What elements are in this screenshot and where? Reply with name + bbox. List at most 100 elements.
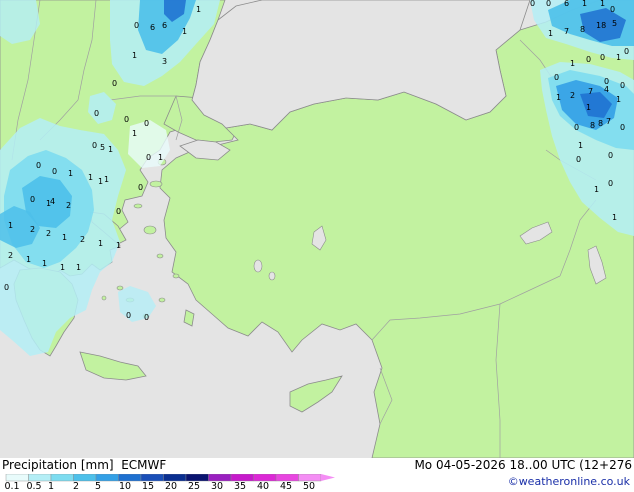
precip-value: 2: [8, 251, 13, 260]
precip-value: 2: [570, 91, 575, 100]
precip-value: 2: [66, 201, 71, 210]
legend-tick-label: 0.5: [26, 481, 42, 492]
precip-value: 1: [132, 129, 137, 138]
precip-value: 4: [50, 197, 55, 206]
precip-value: 0: [574, 123, 579, 132]
precip-value: 0: [36, 161, 41, 170]
precip-value: 1: [182, 27, 187, 36]
legend-swatch: [230, 474, 254, 482]
precip-value: 0: [600, 53, 605, 62]
precip-value: 0: [530, 0, 535, 8]
lake-egirdir: [268, 271, 276, 281]
legend-swatch: [208, 474, 232, 482]
precip-value: 0: [94, 109, 99, 118]
legend-swatch: [275, 474, 299, 482]
product-title: Precipitation [mm] ECMWF: [2, 458, 166, 472]
precip-value: 0: [586, 55, 591, 64]
precip-value: 0: [4, 283, 9, 292]
precip-value: 1: [26, 255, 31, 264]
product-label: Precipitation [mm]: [2, 458, 114, 472]
precip-value: 0: [144, 313, 149, 322]
legend-tick-label: 50: [302, 481, 316, 492]
legend-tick-label: 45: [279, 481, 293, 492]
precip-value: 1: [88, 173, 93, 182]
precip-value: 0: [112, 79, 117, 88]
precip-value: 1: [548, 29, 553, 38]
precip-value: 0: [620, 81, 625, 90]
legend-tick-label: 20: [164, 481, 178, 492]
precip-value: 7: [588, 87, 593, 96]
precip-value: 1: [616, 53, 621, 62]
legend-swatch: [28, 474, 52, 482]
precip-value: 8: [590, 121, 595, 130]
precip-value: 0: [608, 179, 613, 188]
precip-value: 1: [76, 263, 81, 272]
precip-value: 1: [612, 213, 617, 222]
legend-swatch: [298, 474, 322, 482]
site-credit: ©weatheronline.co.uk: [507, 475, 630, 488]
precip-value: 1: [98, 177, 103, 186]
legend-tick-label: 2: [72, 481, 80, 492]
legend-swatch: [140, 474, 164, 482]
precip-value: 1: [158, 153, 163, 162]
precip-value: 1: [108, 145, 113, 154]
legend-tick-label: 25: [187, 481, 201, 492]
precip-value: 0: [608, 151, 613, 160]
legend-tick-label: 15: [141, 481, 155, 492]
precip-value: 1: [616, 95, 621, 104]
precip-value: 2: [30, 225, 35, 234]
legend-swatch: [253, 474, 277, 482]
precip-value: 1: [104, 175, 109, 184]
precip-value: 3: [162, 57, 167, 66]
precip-value: 0: [576, 155, 581, 164]
legend-swatch: [163, 474, 187, 482]
precip-value: 5: [612, 19, 617, 28]
precip-value: 0: [52, 167, 57, 176]
lake-beysehir: [253, 259, 263, 273]
precip-value: 7: [606, 117, 611, 126]
model-label: ECMWF: [121, 458, 167, 472]
precip-value: 0: [134, 21, 139, 30]
precip-value: 1: [586, 103, 591, 112]
precip-value: 1: [116, 241, 121, 250]
legend-tick-label: 30: [210, 481, 224, 492]
precip-value: 1: [556, 93, 561, 102]
precip-value: 1: [62, 233, 67, 242]
precip-value: 8: [598, 119, 603, 128]
precip-value: 1: [68, 169, 73, 178]
precip-value: 0: [116, 207, 121, 216]
legend-swatch: [50, 474, 74, 482]
precip-value: 6: [150, 23, 155, 32]
precip-value: 0: [610, 5, 615, 14]
precip-value: 1: [582, 0, 587, 8]
valid-time: Mo 04-05-2026 18..00 UTC (12+276: [414, 458, 632, 472]
legend-swatch: [73, 474, 97, 482]
precip-value: 8: [580, 25, 585, 34]
precip-value: 5: [100, 143, 105, 152]
precip-value: 7: [564, 27, 569, 36]
legend-tick-label: 35: [233, 481, 247, 492]
precip-value: 1: [600, 0, 605, 8]
precip-value: 1: [42, 259, 47, 268]
precip-value: 1: [570, 59, 575, 68]
precip-value: 2: [46, 229, 51, 238]
precip-value: 4: [604, 85, 609, 94]
precip-value: 6: [162, 21, 167, 30]
legend-tick-label: 0.1: [4, 481, 20, 492]
precip-value: 0: [144, 119, 149, 128]
legend-arrow: [321, 474, 335, 481]
legend-swatch: [118, 474, 142, 482]
precipitation-map: 0 6 1 1 6 1 3 0 0 0 0 0 5 1 1 1 0 0 0 1 …: [0, 0, 634, 458]
precip-value: 2: [80, 235, 85, 244]
precip-value: 1: [60, 263, 65, 272]
precip-value: 0: [126, 311, 131, 320]
legend-tick-label: 1: [47, 481, 55, 492]
precip-value: 1: [98, 239, 103, 248]
legend-swatch: [5, 474, 29, 482]
legend-swatch: [185, 474, 209, 482]
legend-tick-label: 40: [256, 481, 270, 492]
precip-value: 1: [8, 221, 13, 230]
precip-value: 1: [196, 5, 201, 14]
precip-value: 18: [596, 21, 606, 30]
precip-value: 1: [578, 141, 583, 150]
